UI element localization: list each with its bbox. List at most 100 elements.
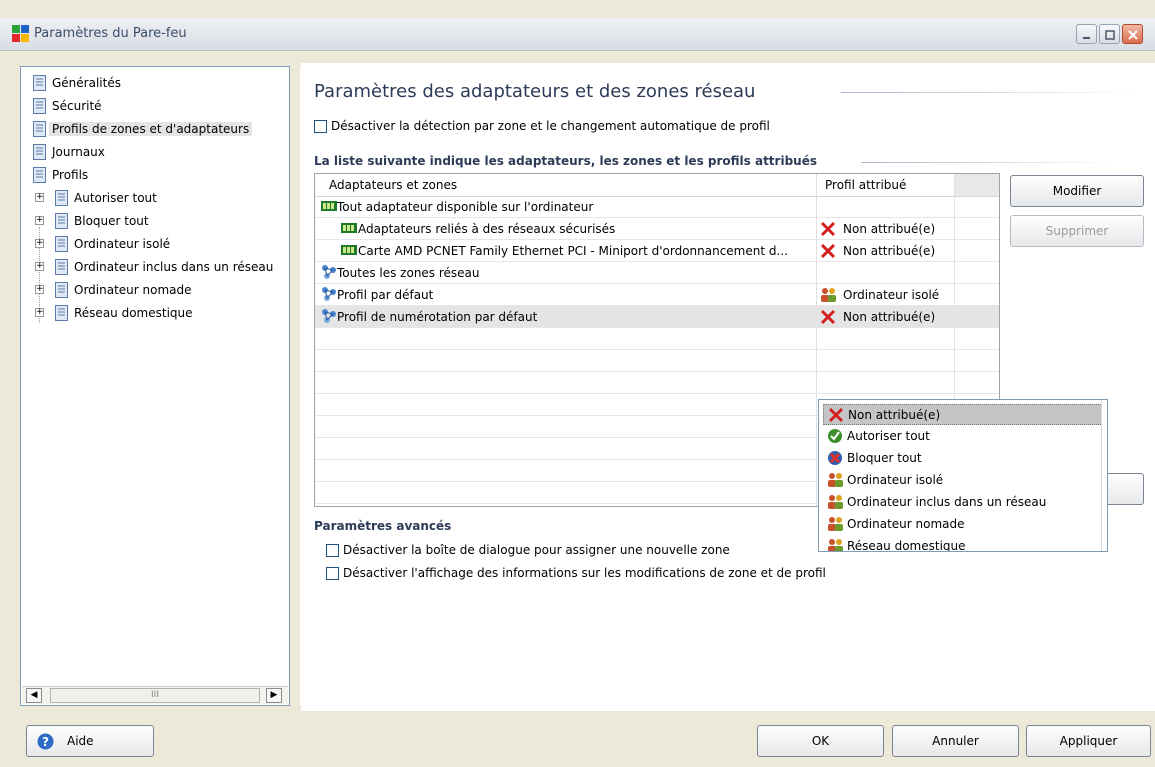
tree-item-label: Sécurité [52, 99, 102, 113]
users-icon [828, 517, 843, 531]
dropdown-option-isolated[interactable]: Ordinateur isolé [823, 470, 1103, 491]
network-adapter-icon [341, 245, 357, 255]
minimize-icon [1083, 37, 1090, 39]
dropdown-option-home[interactable]: Réseau domestique [823, 536, 1103, 552]
disable-new-zone-dialog-label: Désactiver la boîte de dialogue pour ass… [343, 543, 730, 557]
close-button[interactable] [1122, 24, 1143, 44]
profile-page-icon [55, 282, 68, 298]
scrollbar-thumb[interactable]: III [50, 688, 260, 703]
expand-icon[interactable]: + [35, 216, 44, 225]
option-label: Non attribué(e) [848, 408, 941, 422]
table-row[interactable]: Carte AMD PCNET Family Ethernet PCI - Mi… [315, 240, 999, 262]
settings-page-icon [33, 144, 46, 160]
tree-item-label: Généralités [52, 76, 121, 90]
tree-item-ordinateur-isole[interactable]: + Ordinateur isolé [35, 234, 173, 254]
profile-dropdown-list[interactable]: Non attribué(e) Autoriser tout Bloquer t… [818, 399, 1108, 552]
tree-item-generalites[interactable]: Généralités [33, 73, 124, 93]
scroll-left-icon[interactable]: ◀ [26, 688, 42, 703]
row-label: Tout adaptateur disponible sur l'ordinat… [337, 200, 594, 214]
row-label: Adaptateurs reliés à des réseaux sécuris… [358, 222, 616, 236]
settings-page-icon [33, 98, 46, 114]
tree-item-ordinateur-nomade[interactable]: + Ordinateur nomade [35, 280, 195, 300]
disable-change-info-label: Désactiver l'affichage des informations … [343, 566, 826, 580]
disable-zone-detection-checkbox[interactable] [314, 120, 327, 133]
table-row[interactable]: Adaptateurs reliés à des réseaux sécuris… [315, 218, 999, 240]
table-row[interactable]: Profil par défaut Ordinateur isolé [315, 284, 999, 306]
tree-item-label: Profils de zones et d'adaptateurs [49, 122, 253, 136]
option-label: Ordinateur inclus dans un réseau [847, 495, 1047, 509]
scrollbar-grip: III [151, 690, 159, 700]
option-label: Bloquer tout [847, 451, 922, 465]
not-assigned-icon [820, 243, 836, 259]
table-row-selected[interactable]: Profil de numérotation par défaut Non at… [315, 306, 999, 328]
dropdown-option-allow-all[interactable]: Autoriser tout [823, 426, 1103, 447]
profile-page-icon [55, 190, 68, 206]
heading-rule [841, 92, 1141, 93]
tree-item-securite[interactable]: Sécurité [33, 96, 105, 116]
tree-item-zone-profiles[interactable]: Profils de zones et d'adaptateurs [33, 119, 253, 139]
tree-item-journaux[interactable]: Journaux [33, 142, 108, 162]
list-heading: La liste suivante indique les adaptateur… [314, 154, 817, 168]
tree-item-label: Journaux [52, 145, 105, 159]
row-profile: Non attribué(e) [843, 310, 936, 324]
modify-button[interactable]: Modifier [1010, 175, 1144, 207]
tree-item-autoriser-tout[interactable]: + Autoriser tout [35, 188, 160, 208]
expand-icon[interactable]: + [35, 262, 44, 271]
network-adapter-icon [321, 201, 337, 211]
option-label: Réseau domestique [847, 539, 966, 552]
option-label: Autoriser tout [847, 429, 930, 443]
tree-item-label: Bloquer tout [74, 214, 149, 228]
users-icon [828, 473, 843, 487]
table-row[interactable]: Toutes les zones réseau [315, 262, 999, 284]
svg-text:?: ? [42, 735, 49, 749]
column-header-adapters[interactable]: Adaptateurs et zones [329, 178, 457, 192]
row-label: Toutes les zones réseau [337, 266, 480, 280]
row-profile: Non attribué(e) [843, 244, 936, 258]
delete-button[interactable]: Supprimer [1010, 215, 1144, 247]
navigation-tree: Généralités Sécurité Profils de zones et… [20, 66, 290, 706]
help-button[interactable]: ? Aide [26, 725, 154, 757]
disable-new-zone-dialog-checkbox[interactable] [326, 544, 339, 557]
block-all-icon [828, 451, 842, 465]
table-header: Adaptateurs et zones Profil attribué [315, 174, 999, 197]
expand-icon[interactable]: + [35, 308, 44, 317]
dropdown-scrollbar[interactable] [1101, 400, 1107, 551]
tree-item-reseau-domestique[interactable]: + Réseau domestique [35, 303, 196, 323]
scroll-right-icon[interactable]: ▶ [266, 688, 282, 703]
expand-icon[interactable]: + [35, 285, 44, 294]
table-row[interactable]: Tout adaptateur disponible sur l'ordinat… [315, 196, 999, 218]
dialog-client: Généralités Sécurité Profils de zones et… [0, 51, 1155, 767]
footer-bar: ? Aide OK Annuler Appliquer [0, 711, 1155, 767]
ok-button[interactable]: OK [757, 725, 884, 757]
help-icon: ? [37, 733, 54, 750]
expand-icon[interactable]: + [35, 193, 44, 202]
disable-change-info-checkbox[interactable] [326, 567, 339, 580]
option-label: Ordinateur isolé [847, 473, 944, 487]
table-row-empty [315, 328, 999, 350]
not-assigned-icon [820, 309, 836, 325]
column-header-profile[interactable]: Profil attribué [825, 178, 906, 192]
dropdown-option-block-all[interactable]: Bloquer tout [823, 448, 1103, 469]
tree-item-label: Ordinateur nomade [74, 283, 192, 297]
disable-zone-detection-label: Désactiver la détection par zone et le c… [331, 119, 770, 133]
cancel-button[interactable]: Annuler [892, 725, 1019, 757]
table-row-empty [315, 350, 999, 372]
row-label: Profil de numérotation par défaut [337, 310, 538, 324]
dropdown-option-network[interactable]: Ordinateur inclus dans un réseau [823, 492, 1103, 513]
maximize-button[interactable] [1099, 24, 1120, 44]
profile-page-icon [55, 213, 68, 229]
row-label: Carte AMD PCNET Family Ethernet PCI - Mi… [358, 244, 788, 258]
tree-item-label: Réseau domestique [74, 306, 193, 320]
tree-horizontal-scrollbar[interactable]: ◀ III ▶ [22, 686, 288, 704]
not-assigned-icon [820, 221, 836, 237]
dropdown-option-not-assigned[interactable]: Non attribué(e) [823, 404, 1103, 425]
minimize-button[interactable] [1076, 24, 1097, 44]
expand-icon[interactable]: + [35, 239, 44, 248]
dropdown-option-nomad[interactable]: Ordinateur nomade [823, 514, 1103, 535]
row-label: Profil par défaut [337, 288, 434, 302]
page-title: Paramètres des adaptateurs et des zones … [314, 81, 756, 102]
apply-button[interactable]: Appliquer [1026, 725, 1151, 757]
tree-item-profils[interactable]: Profils [33, 165, 91, 185]
tree-item-ordinateur-reseau[interactable]: + Ordinateur inclus dans un réseau [35, 257, 276, 277]
tree-item-bloquer-tout[interactable]: + Bloquer tout [35, 211, 152, 231]
